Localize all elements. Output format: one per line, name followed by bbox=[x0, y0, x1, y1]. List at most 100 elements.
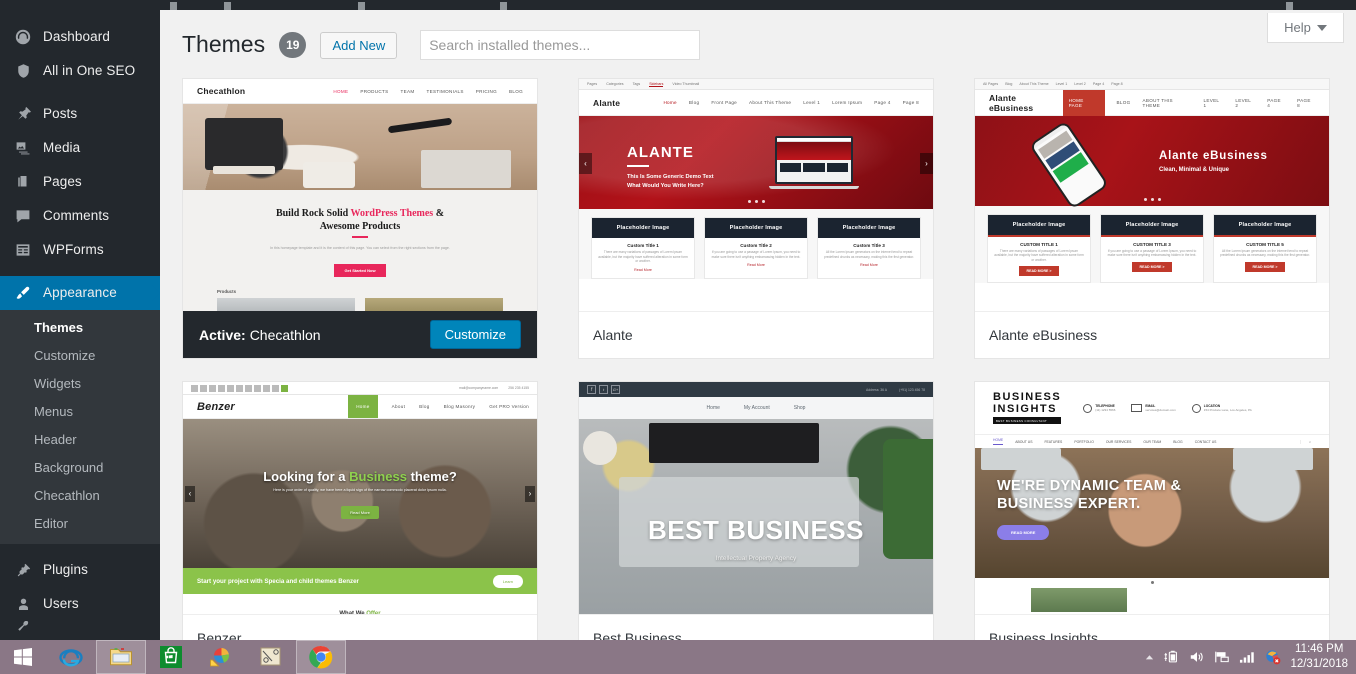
preview-nav-link: ABOUT US bbox=[1015, 439, 1033, 444]
theme-screenshot: mail@companyname.com 256 235 4155 Benzer… bbox=[183, 382, 537, 614]
start-button[interactable] bbox=[0, 640, 46, 674]
action-center-icon[interactable] bbox=[1214, 650, 1230, 664]
submenu-item-customize[interactable]: Customize bbox=[0, 342, 160, 370]
preview-logo-tagline: BEST BUSINESS CONSULTANT bbox=[993, 417, 1062, 425]
appearance-submenu: Themes Customize Widgets Menus Header Ba… bbox=[0, 310, 160, 544]
preview-card-link: Read More bbox=[860, 263, 878, 268]
preview-logo: Checathlon bbox=[197, 86, 246, 96]
customize-button[interactable]: Customize bbox=[429, 320, 521, 349]
submenu-item-themes[interactable]: Themes bbox=[0, 314, 160, 342]
sidebar-item-users[interactable]: Users bbox=[0, 587, 160, 621]
theme-card-checathlon[interactable]: Checathlon HOME PRODUCTS TEAM TESTIMONIA… bbox=[182, 78, 538, 359]
add-new-button[interactable]: Add New bbox=[320, 31, 398, 59]
sidebar-item-partial[interactable] bbox=[0, 621, 160, 633]
preview-card-title: Custom Title 1 bbox=[627, 243, 659, 248]
theme-name-bar: Benzer bbox=[183, 614, 537, 640]
sidebar-item-label: Users bbox=[43, 596, 79, 612]
windows-taskbar: 11:46 PM 12/31/2018 bbox=[0, 640, 1356, 674]
preview-nav-link: Blog Masonry bbox=[443, 404, 476, 409]
slider-dots bbox=[975, 581, 1329, 584]
slider-next-icon[interactable]: › bbox=[920, 152, 933, 174]
search-input[interactable] bbox=[420, 30, 701, 60]
network-signal-icon[interactable] bbox=[1239, 650, 1256, 664]
submenu-item-editor[interactable]: Editor bbox=[0, 510, 160, 538]
photo-viewer-icon[interactable] bbox=[196, 640, 246, 674]
sidebar-item-label: Media bbox=[43, 140, 81, 156]
preview-info-value: services@domain.com bbox=[1145, 408, 1176, 412]
preview-card: Placeholder Image CUSTOM TITLE 3 If you … bbox=[1100, 214, 1204, 284]
sidebar-item-all-in-one-seo[interactable]: All in One SEO bbox=[0, 54, 160, 88]
slider-prev-icon[interactable]: ‹ bbox=[579, 152, 592, 174]
battery-icon[interactable] bbox=[1164, 650, 1180, 664]
preview-contact-phone: 256 235 4155 bbox=[508, 386, 529, 390]
submenu-item-header[interactable]: Header bbox=[0, 426, 160, 454]
sidebar-item-label: Plugins bbox=[43, 562, 88, 578]
microsoft-store-icon[interactable] bbox=[146, 640, 196, 674]
clock[interactable]: 11:46 PM 12/31/2018 bbox=[1290, 642, 1348, 672]
sidebar-item-appearance[interactable]: Appearance bbox=[0, 276, 160, 310]
preview-hero-sub-2: What Would You Write Here? bbox=[627, 182, 704, 189]
theme-card-business-insights[interactable]: BUSINESS INSIGHTS BEST BUSINESS CONSULTA… bbox=[974, 381, 1330, 640]
theme-count-badge: 19 bbox=[279, 32, 307, 58]
search-icon[interactable]: ⌕ bbox=[1300, 439, 1311, 444]
preview-card-button: READ MORE > bbox=[1019, 266, 1059, 277]
file-explorer-icon[interactable] bbox=[96, 640, 146, 674]
help-tab[interactable]: Help bbox=[1267, 13, 1344, 43]
preview-section-title-accent: Offer bbox=[366, 611, 381, 614]
sidebar-item-posts[interactable]: Posts bbox=[0, 97, 160, 131]
submenu-item-background[interactable]: Background bbox=[0, 454, 160, 482]
wp-admin-bar[interactable] bbox=[0, 0, 1356, 10]
preview-body-text: In this homepage template and it is the … bbox=[270, 245, 450, 250]
comment-icon bbox=[12, 206, 34, 226]
page-header: Themes 19 Add New bbox=[160, 10, 1356, 60]
notes-app-icon[interactable] bbox=[246, 640, 296, 674]
location-icon bbox=[1191, 403, 1201, 413]
preview-nav-link: LEVEL 1 bbox=[1203, 97, 1220, 108]
theme-name: Alante bbox=[593, 327, 633, 343]
preview-hero-title: WE'RE DYNAMIC TEAM & bbox=[997, 478, 1182, 494]
pin-icon bbox=[12, 104, 34, 124]
sidebar-item-plugins[interactable]: Plugins bbox=[0, 553, 160, 587]
preview-card-image-label: Placeholder Image bbox=[988, 215, 1090, 235]
theme-card-alante-ebusiness[interactable]: All Pages Blog About This Theme Level 1 … bbox=[974, 78, 1330, 359]
internet-explorer-icon[interactable] bbox=[46, 640, 96, 674]
submenu-item-menus[interactable]: Menus bbox=[0, 398, 160, 426]
antivirus-alert-icon[interactable] bbox=[1265, 649, 1281, 665]
preview-card-image-label: Placeholder Image bbox=[818, 218, 920, 238]
preview-hero-button: READ MORE bbox=[997, 525, 1050, 540]
slider-prev-icon[interactable]: ‹ bbox=[185, 485, 195, 502]
preview-hero-title-accent: Business bbox=[349, 469, 407, 484]
sidebar-item-comments[interactable]: Comments bbox=[0, 199, 160, 233]
preview-phone: (+91) 123 456 78 bbox=[899, 387, 925, 392]
google-chrome-icon[interactable] bbox=[296, 640, 346, 674]
preview-logo-line2: INSIGHTS bbox=[993, 402, 1057, 415]
sidebar-item-wpforms[interactable]: WPForms bbox=[0, 233, 160, 267]
forms-icon bbox=[12, 240, 34, 260]
theme-card-benzer[interactable]: mail@companyname.com 256 235 4155 Benzer… bbox=[182, 381, 538, 640]
preview-nav-link: ABOUT THIS THEME bbox=[1142, 97, 1173, 108]
preview-nav-link: PRICING bbox=[475, 88, 498, 94]
help-tab-label: Help bbox=[1284, 20, 1311, 35]
preview-topbar-link: Video Thumbnail bbox=[672, 82, 700, 86]
preview-card-text: If you are going to use a passage of Lor… bbox=[1107, 248, 1197, 258]
preview-nav: Alante Home Blog Front Page About This T… bbox=[579, 90, 933, 116]
theme-card-alante[interactable]: Pages Categories Tags Sidebars Video Thu… bbox=[578, 78, 934, 359]
submenu-item-widgets[interactable]: Widgets bbox=[0, 370, 160, 398]
preview-topbar-link: Sidebars bbox=[649, 81, 664, 87]
sidebar-item-media[interactable]: Media bbox=[0, 131, 160, 165]
brush-icon bbox=[12, 283, 34, 303]
submenu-item-checathlon[interactable]: Checathlon bbox=[0, 482, 160, 510]
theme-screenshot: Pages Categories Tags Sidebars Video Thu… bbox=[579, 79, 933, 311]
preview-nav-link: PAGE 4 bbox=[1267, 97, 1281, 108]
slider-next-icon[interactable]: › bbox=[525, 485, 535, 502]
volume-icon[interactable] bbox=[1189, 650, 1205, 664]
theme-card-best-business[interactable]: f t G+ Address: 36 A (+91) 123 456 78 Ho… bbox=[578, 381, 934, 640]
sidebar-item-dashboard[interactable]: Dashboard bbox=[0, 20, 160, 54]
theme-name: Best Business bbox=[593, 630, 682, 640]
preview-header: BUSINESS INSIGHTS BEST BUSINESS CONSULTA… bbox=[975, 382, 1329, 434]
preview-card: Placeholder Image Custom Title 1 There a… bbox=[591, 217, 695, 279]
preview-nav: Checathlon HOME PRODUCTS TEAM TESTIMONIA… bbox=[183, 79, 537, 104]
sidebar-item-pages[interactable]: Pages bbox=[0, 165, 160, 199]
show-hidden-icons-icon[interactable] bbox=[1144, 652, 1155, 663]
media-icon bbox=[12, 138, 34, 158]
